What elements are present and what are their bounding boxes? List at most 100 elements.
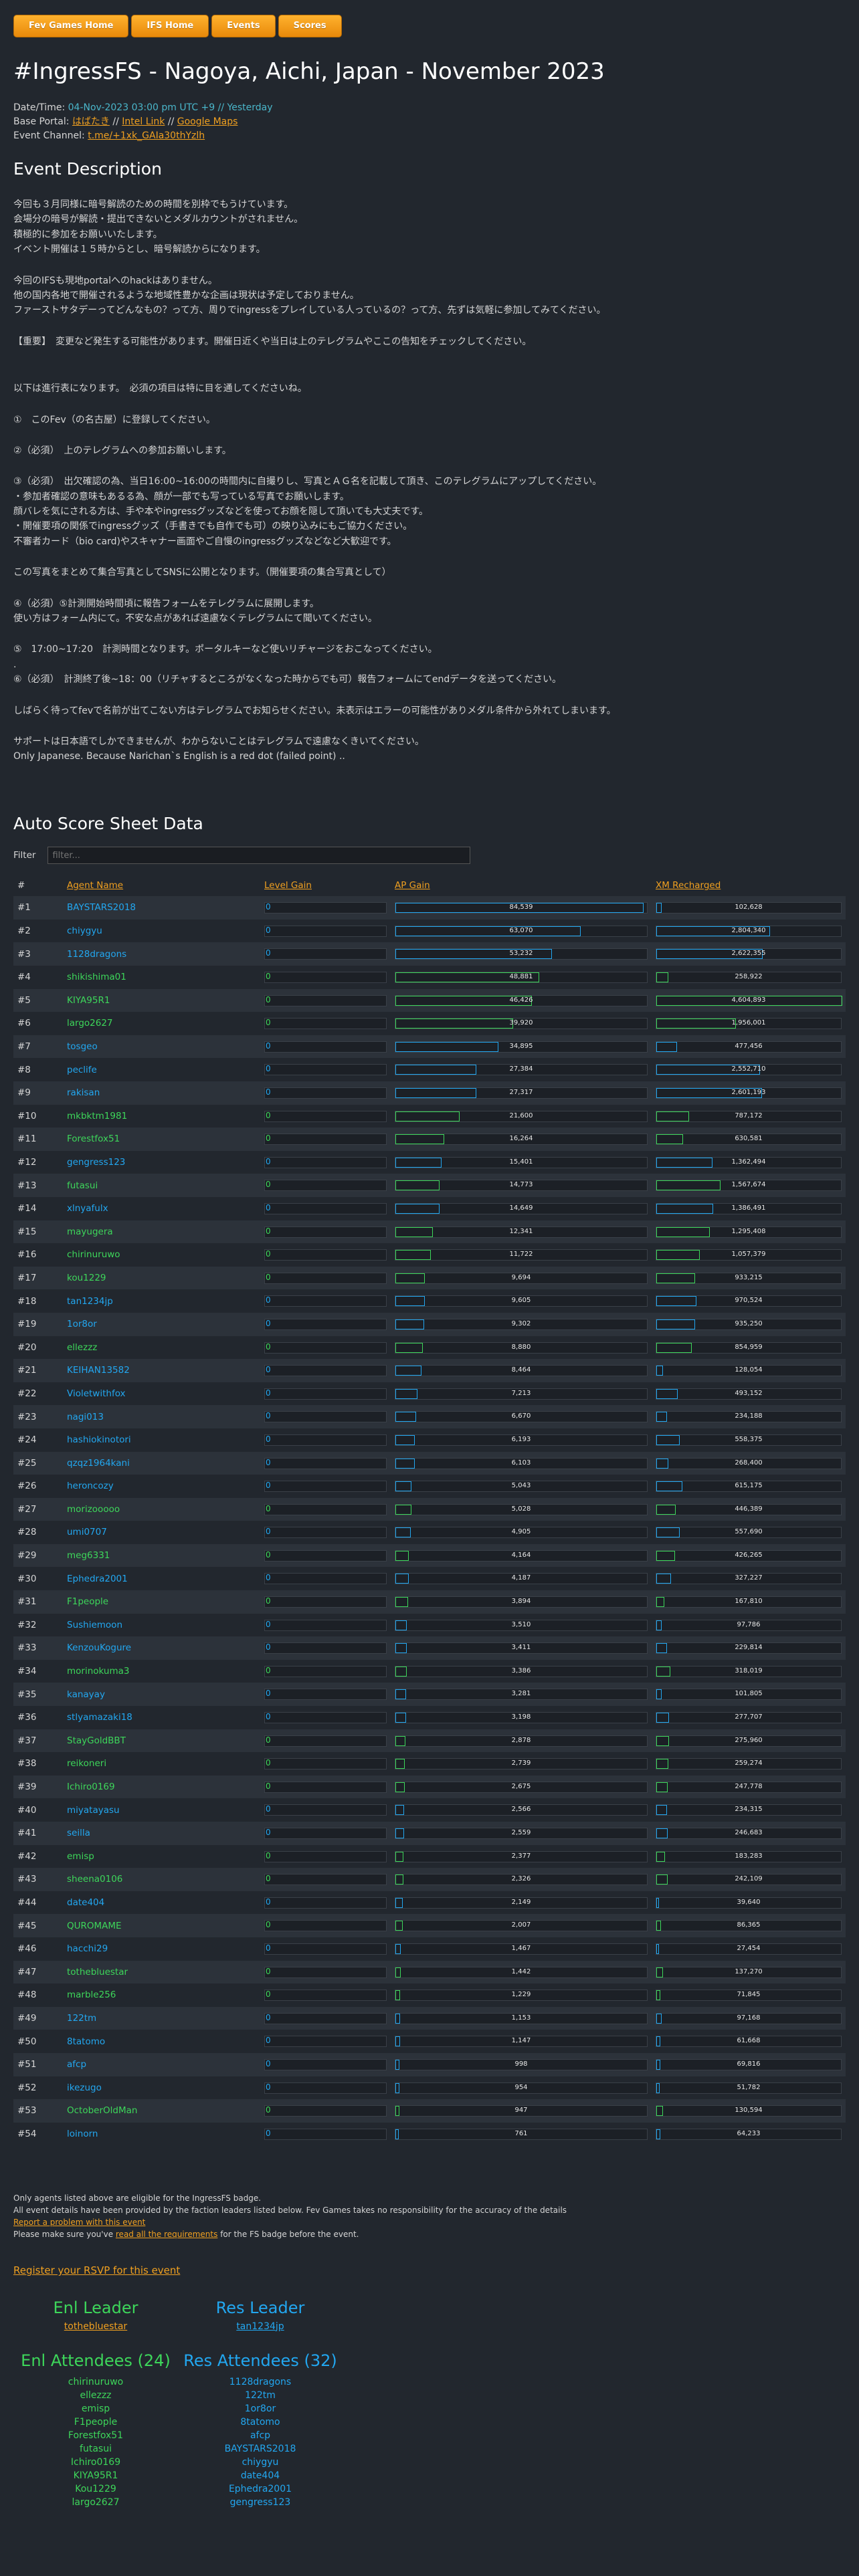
agent-name-link[interactable]: StayGoldBBT — [67, 1735, 126, 1746]
ap-gain-cell: 1,229 — [391, 1983, 652, 2007]
report-problem-link[interactable]: Report a problem with this event — [13, 2218, 145, 2227]
agent-name-link[interactable]: futasui — [67, 1180, 98, 1191]
agent-name-link[interactable]: marble256 — [67, 1990, 116, 2000]
enl-attendee[interactable]: chirinuruwo — [13, 2375, 178, 2389]
agent-name-link[interactable]: 1or8or — [67, 1319, 97, 1329]
agent-name-link[interactable]: date404 — [67, 1897, 104, 1908]
xm-recharged-cell: 246,683 — [652, 1822, 846, 1845]
res-attendee[interactable]: 122tm — [178, 2389, 343, 2402]
agent-name-link[interactable]: 122tm — [67, 2013, 96, 2024]
agent-name-link[interactable]: tothebluestar — [67, 1967, 128, 1977]
agent-name-link[interactable]: Ichiro0169 — [67, 1782, 115, 1792]
enl-attendee[interactable]: largo2627 — [13, 2496, 178, 2509]
res-attendee[interactable]: BAYSTARS2018 — [178, 2442, 343, 2456]
enl-attendee[interactable]: F1people — [13, 2416, 178, 2429]
agent-name-link[interactable]: ikezugo — [67, 2082, 102, 2093]
agent-name-link[interactable]: Violetwithfox — [67, 1388, 126, 1399]
agent-name-link[interactable]: KIYA95R1 — [67, 995, 110, 1006]
res-attendee[interactable]: 8tatomo — [178, 2416, 343, 2429]
agent-name-link[interactable]: emisp — [67, 1851, 94, 1862]
agent-name-link[interactable]: ellezzz — [67, 1342, 97, 1353]
agent-name-link[interactable]: rakisan — [67, 1087, 100, 1098]
intel-link[interactable]: Intel Link — [122, 116, 165, 127]
agent-name-link[interactable]: seilla — [67, 1828, 90, 1838]
agent-name-link[interactable]: 8tatomo — [67, 2036, 105, 2047]
rsvp-link[interactable]: Register your RSVP for this event — [13, 2263, 846, 2278]
nav-events[interactable]: Events — [211, 15, 276, 37]
level-bar-track: 0 — [264, 1064, 387, 1076]
agent-name-link[interactable]: 1128dragons — [67, 949, 126, 960]
agent-name-link[interactable]: mkbktm1981 — [67, 1111, 127, 1121]
res-attendee[interactable]: afcp — [178, 2429, 343, 2442]
agent-name-link[interactable]: kou1229 — [67, 1273, 106, 1283]
agent-name-link[interactable]: afcp — [67, 2059, 86, 2070]
agent-name-link[interactable]: chiygyu — [67, 926, 102, 936]
agent-name-link[interactable]: Ephedra2001 — [67, 1574, 128, 1584]
nav-scores[interactable]: Scores — [278, 15, 342, 37]
nav-ifs-home[interactable]: IFS Home — [131, 15, 209, 37]
agent-name-link[interactable]: Forestfox51 — [67, 1134, 120, 1144]
enl-attendee[interactable]: Ichiro0169 — [13, 2456, 178, 2469]
table-row: #17 kou1229 0 9,694 933,215 — [13, 1266, 846, 1290]
ap-bar-track: 14,773 — [395, 1180, 648, 1192]
agent-name-link[interactable]: KenzouKogure — [67, 1642, 131, 1653]
agent-name-link[interactable]: tan1234jp — [67, 1296, 113, 1307]
agent-name-link[interactable]: KEIHAN13582 — [67, 1365, 130, 1376]
agent-name-link[interactable]: reikoneri — [67, 1758, 106, 1769]
res-attendee[interactable]: date404 — [178, 2469, 343, 2482]
res-attendees-list: 1128dragons 122tm 1or8or 8tatomo afcp BAYSTAR… — [178, 2375, 343, 2509]
enl-attendee[interactable]: Forestfox51 — [13, 2429, 178, 2442]
enl-attendee[interactable]: Kou1229 — [13, 2482, 178, 2496]
res-leader-link[interactable]: tan1234jp — [178, 2320, 343, 2334]
enl-leader-link[interactable]: tothebluestar — [13, 2320, 178, 2334]
agent-name-link[interactable]: QUROMAME — [67, 1921, 122, 1931]
agent-name-link[interactable]: chirinuruwo — [67, 1249, 120, 1260]
agent-name-link[interactable]: largo2627 — [67, 1018, 113, 1029]
agent-name-link[interactable]: qzqz1964kani — [67, 1458, 130, 1469]
agent-name-link[interactable]: hashiokinotori — [67, 1434, 131, 1445]
agent-name-link[interactable]: kanayay — [67, 1689, 105, 1700]
agent-name-link[interactable]: meg6331 — [67, 1550, 110, 1561]
agent-name-link[interactable]: morizooooo — [67, 1504, 120, 1515]
enl-attendee[interactable]: KIYA95R1 — [13, 2469, 178, 2482]
agent-name-link[interactable]: loinorn — [67, 2129, 98, 2139]
google-maps-link[interactable]: Google Maps — [177, 116, 238, 127]
agent-name-link[interactable]: tosgeo — [67, 1041, 98, 1052]
base-portal-link[interactable]: はばたき — [72, 116, 110, 127]
requirements-link[interactable]: read all the requirements — [116, 2230, 217, 2239]
agent-name-link[interactable]: miyatayasu — [67, 1805, 120, 1816]
col-level-gain[interactable]: Level Gain — [260, 875, 391, 896]
nav-fev-games-home[interactable]: Fev Games Home — [13, 15, 129, 37]
enl-attendee[interactable]: emisp — [13, 2402, 178, 2416]
col-ap-gain[interactable]: AP Gain — [391, 875, 652, 896]
agent-name-link[interactable]: morinokuma3 — [67, 1666, 130, 1677]
agent-name-link[interactable]: shikishima01 — [67, 972, 126, 982]
col-xm-recharged[interactable]: XM Recharged — [652, 875, 846, 896]
agent-name-link[interactable]: mayugera — [67, 1226, 113, 1237]
agent-name-link[interactable]: hacchi29 — [67, 1943, 108, 1954]
col-agent-name[interactable]: Agent Name — [63, 875, 260, 896]
rank-cell: #50 — [13, 2030, 63, 2053]
agent-name-link[interactable]: BAYSTARS2018 — [67, 902, 136, 913]
agent-name-link[interactable]: OctoberOldMan — [67, 2105, 137, 2116]
event-channel-link[interactable]: t.me/+1xk_GAIa30thYzlh — [88, 130, 205, 141]
agent-name-link[interactable]: stlyamazaki18 — [67, 1712, 132, 1723]
agent-name-link[interactable]: gengress123 — [67, 1157, 125, 1168]
enl-attendee[interactable]: ellezzz — [13, 2389, 178, 2402]
agent-name-link[interactable]: heroncozy — [67, 1481, 114, 1491]
agent-name-link[interactable]: F1people — [67, 1596, 108, 1607]
agent-name-link[interactable]: xlnyafulx — [67, 1203, 108, 1214]
res-attendee[interactable]: chiygyu — [178, 2456, 343, 2469]
agent-name-link[interactable]: nagi013 — [67, 1412, 104, 1422]
agent-name-link[interactable]: Sushiemoon — [67, 1620, 122, 1630]
res-attendee[interactable]: 1128dragons — [178, 2375, 343, 2389]
xm-bar-track: 247,778 — [656, 1781, 842, 1793]
agent-name-link[interactable]: peclife — [67, 1065, 97, 1075]
enl-attendee[interactable]: futasui — [13, 2442, 178, 2456]
agent-name-link[interactable]: sheena0106 — [67, 1874, 122, 1885]
res-attendee[interactable]: Ephedra2001 — [178, 2482, 343, 2496]
res-attendee[interactable]: gengress123 — [178, 2496, 343, 2509]
filter-input[interactable] — [47, 847, 471, 865]
res-attendee[interactable]: 1or8or — [178, 2402, 343, 2416]
agent-name-link[interactable]: umi0707 — [67, 1527, 107, 1537]
